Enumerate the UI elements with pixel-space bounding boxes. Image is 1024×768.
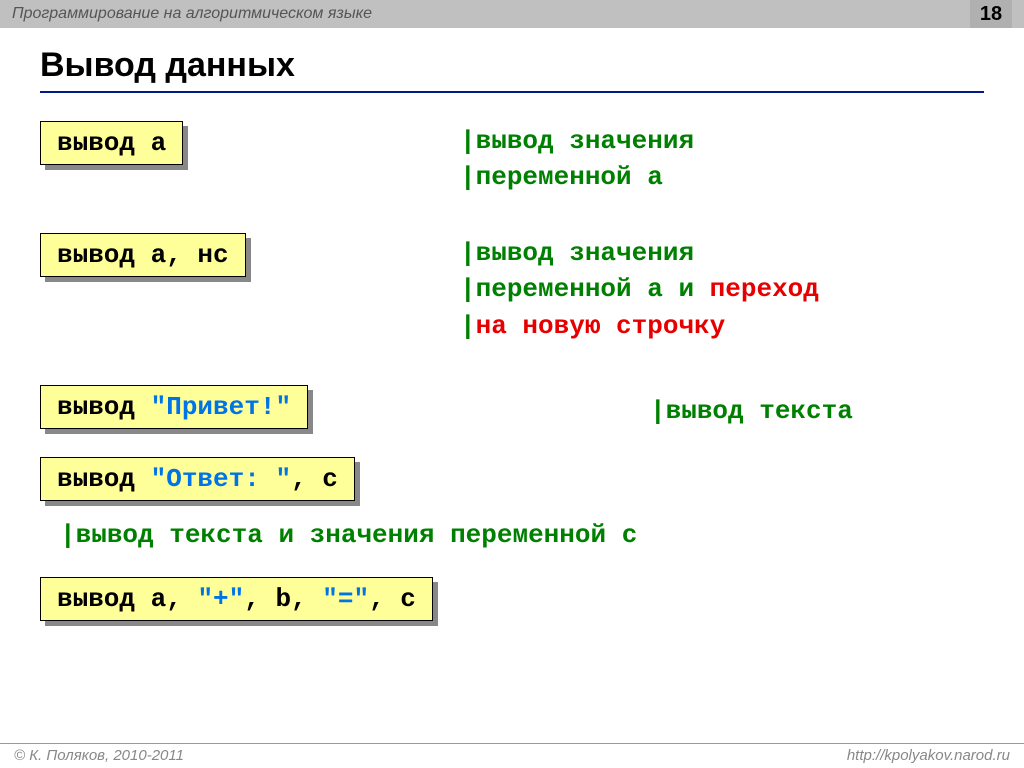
- text-segment: |: [650, 396, 666, 426]
- text-segment: вывод a: [57, 128, 166, 158]
- header-bar: Программирование на алгоритмическом язык…: [0, 0, 1024, 28]
- text-segment: , c: [369, 584, 416, 614]
- code-box: вывод "Ответ: ", c: [40, 457, 355, 501]
- description: |вывод значения|переменной a и переход|н…: [460, 235, 819, 344]
- text-segment: вывод текста: [666, 396, 853, 426]
- description: |вывод значения|переменной a: [460, 123, 694, 196]
- text-segment: , c: [291, 464, 338, 494]
- text-segment: переход: [710, 274, 819, 304]
- text-segment: переменной a: [476, 162, 663, 192]
- text-segment: |: [460, 162, 476, 192]
- text-segment: "Привет!": [151, 392, 291, 422]
- title-underline: [40, 91, 984, 93]
- footer: © К. Поляков, 2010-2011 http://kpolyakov…: [0, 743, 1024, 764]
- text-segment: вывод a, нс: [57, 240, 229, 270]
- text-segment: переменной a и: [476, 274, 710, 304]
- text-segment: вывод: [57, 392, 151, 422]
- slide: Программирование на алгоритмическом язык…: [0, 0, 1024, 768]
- text-segment: вывод значения: [476, 238, 694, 268]
- text-segment: вывод a,: [57, 584, 197, 614]
- footer-url: http://kpolyakov.narod.ru: [847, 747, 1010, 764]
- example-row: вывод "Привет!" |вывод текста: [40, 385, 984, 435]
- text-segment: |: [460, 311, 476, 341]
- code-box: вывод a, "+", b, "=", c: [40, 577, 433, 621]
- rows-container: вывод a|вывод значения|переменной aвывод…: [40, 121, 984, 621]
- text-segment: вывод текста и значения переменной c: [76, 520, 638, 550]
- slide-title: Вывод данных: [40, 40, 984, 91]
- example-row: вывод "Ответ: ", c: [40, 457, 984, 501]
- code-box: вывод a, нс: [40, 233, 246, 277]
- example-row: вывод a |вывод значения|переменной a: [40, 121, 984, 211]
- example-row: вывод a, нс|вывод значения|переменной a …: [40, 233, 984, 363]
- description: |вывод текста: [650, 393, 853, 429]
- text-segment: "+": [197, 584, 244, 614]
- text-segment: вывод: [57, 464, 151, 494]
- text-segment: |: [60, 520, 76, 550]
- text-segment: "Ответ: ": [151, 464, 291, 494]
- footer-copyright: © К. Поляков, 2010-2011: [14, 747, 184, 764]
- text-segment: |: [460, 238, 476, 268]
- code-box: вывод a: [40, 121, 183, 165]
- course-title: Программирование на алгоритмическом язык…: [12, 5, 372, 23]
- content-area: Вывод данных вывод a|вывод значения|пере…: [0, 28, 1024, 621]
- text-segment: , b,: [244, 584, 322, 614]
- page-number: 18: [970, 0, 1012, 28]
- description: |вывод текста и значения переменной c: [60, 517, 984, 553]
- text-segment: |: [460, 126, 476, 156]
- code-box: вывод "Привет!": [40, 385, 308, 429]
- text-segment: "=": [322, 584, 369, 614]
- example-row: вывод a, "+", b, "=", c: [40, 577, 984, 621]
- text-segment: |: [460, 274, 476, 304]
- text-segment: вывод значения: [476, 126, 694, 156]
- text-segment: на новую строчку: [476, 311, 726, 341]
